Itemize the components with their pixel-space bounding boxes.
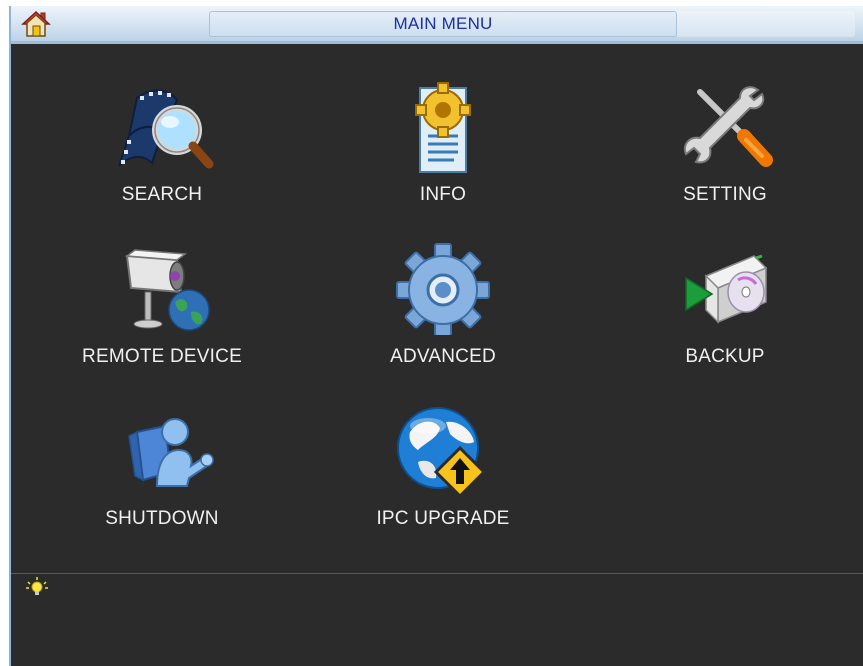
menu-label-remote-device: REMOTE DEVICE xyxy=(82,346,242,367)
title-bar: MAIN MENU xyxy=(11,6,863,44)
menu-item-advanced[interactable]: ADVANCED xyxy=(343,240,543,380)
menu-label-shutdown: SHUTDOWN xyxy=(105,508,219,529)
globe-upgrade-icon xyxy=(397,407,487,497)
menu-item-shutdown[interactable]: SHUTDOWN xyxy=(62,402,262,542)
gear-icon xyxy=(396,243,490,335)
menu-label-ipc-upgrade: IPC UPGRADE xyxy=(376,508,510,529)
window-title: MAIN MENU xyxy=(209,11,677,37)
main-menu-window: MAIN MENU SEARCH INFO SETTING REMOTE DEV… xyxy=(9,6,863,666)
menu-item-backup[interactable]: BACKUP xyxy=(625,240,825,380)
menu-label-advanced: ADVANCED xyxy=(390,346,496,367)
home-button[interactable] xyxy=(21,10,51,38)
lightbulb-icon xyxy=(26,577,48,595)
wrench-screwdriver-icon xyxy=(684,86,773,167)
home-icon xyxy=(21,10,51,37)
disc-drive-icon xyxy=(685,254,768,324)
user-shutdown-icon xyxy=(128,418,214,487)
menu-item-info[interactable]: INFO xyxy=(343,78,543,218)
menu-label-backup: BACKUP xyxy=(685,346,765,367)
menu-item-search[interactable]: SEARCH xyxy=(62,78,262,218)
menu-item-ipc-upgrade[interactable]: IPC UPGRADE xyxy=(343,402,543,542)
film-magnifier-icon xyxy=(118,89,214,169)
menu-label-info: INFO xyxy=(419,184,467,205)
menu-label-search: SEARCH xyxy=(121,184,203,205)
status-divider xyxy=(11,573,863,574)
menu-item-setting[interactable]: SETTING xyxy=(625,78,825,218)
document-gear-icon xyxy=(415,82,471,173)
menu-item-remote-device[interactable]: REMOTE DEVICE xyxy=(62,240,262,380)
menu-label-setting: SETTING xyxy=(683,184,767,205)
tip-area xyxy=(25,576,49,600)
title-bar-right xyxy=(677,11,855,37)
camera-globe-icon xyxy=(124,249,210,331)
